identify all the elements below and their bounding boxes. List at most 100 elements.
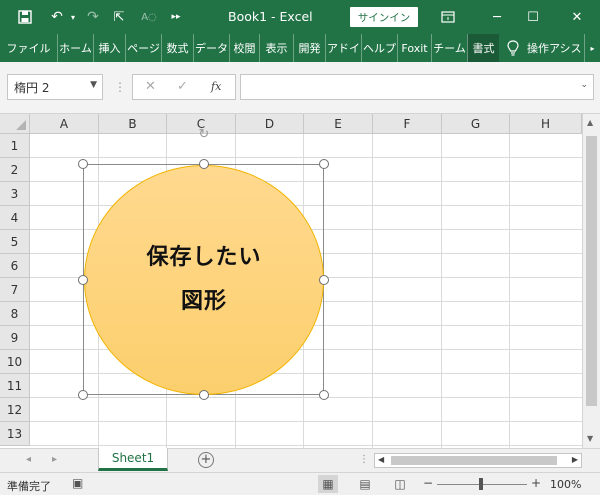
column-header-b[interactable]: B [99, 114, 167, 134]
tab-developer[interactable]: 開発 [293, 34, 325, 62]
status-text: 準備完了 [7, 480, 51, 493]
tell-me-search[interactable]: 操作アシス [527, 34, 584, 62]
row-header[interactable]: 12 [0, 398, 30, 422]
tab-page-layout[interactable]: ページ [125, 34, 161, 62]
tab-insert[interactable]: 挿入 [93, 34, 125, 62]
splitter-icon[interactable]: ⋮ [359, 454, 369, 465]
column-header-a[interactable]: A [30, 114, 99, 134]
ribbon-scroll-right-icon[interactable]: ▸ [584, 34, 600, 62]
maximize-icon[interactable]: ☐ [522, 6, 544, 28]
column-header-g[interactable]: G [442, 114, 510, 134]
sheet-next-icon[interactable]: ▸ [52, 454, 57, 465]
name-box-value: 楕円 2 [14, 80, 50, 95]
signin-button[interactable]: サインイン [350, 7, 418, 27]
row-header[interactable]: 4 [0, 206, 30, 230]
grid-line [30, 397, 582, 398]
resize-handle[interactable] [78, 275, 88, 285]
tab-file[interactable]: ファイル [0, 34, 57, 62]
tab-foxit[interactable]: Foxit [397, 34, 431, 62]
zoom-in-icon[interactable]: + [531, 476, 541, 490]
scroll-right-icon[interactable]: ▶ [572, 455, 578, 464]
resize-handle[interactable] [319, 159, 329, 169]
close-icon[interactable]: ✕ [566, 6, 588, 28]
tab-view[interactable]: 表示 [259, 34, 293, 62]
status-bar: 準備完了 ▣ ▦ ▤ ◫ − + 100% [0, 472, 600, 495]
separator-icon: ⋮ [114, 80, 126, 94]
row-header[interactable]: 9 [0, 326, 30, 350]
resize-handle[interactable] [319, 275, 329, 285]
page-layout-view-icon[interactable]: ▤ [355, 475, 375, 493]
tab-formulas[interactable]: 数式 [161, 34, 193, 62]
tab-help[interactable]: ヘルプ [361, 34, 397, 62]
undo-dropdown-icon[interactable]: ▾ [68, 6, 78, 28]
page-break-preview-icon[interactable]: ◫ [390, 475, 410, 493]
undo-icon[interactable]: ↶ [46, 6, 68, 28]
zoom-out-icon[interactable]: − [423, 476, 433, 490]
scroll-down-icon[interactable]: ▼ [587, 434, 593, 443]
row-header[interactable]: 8 [0, 302, 30, 326]
ribbon-display-icon[interactable] [437, 6, 459, 28]
row-header[interactable]: 3 [0, 182, 30, 206]
resize-handle[interactable] [199, 390, 209, 400]
insert-function-icon[interactable]: fx [211, 80, 221, 93]
tab-data[interactable]: データ [193, 34, 229, 62]
resize-handle[interactable] [199, 159, 209, 169]
row-header[interactable]: 13 [0, 422, 30, 446]
column-header-d[interactable]: D [236, 114, 304, 134]
column-header-f[interactable]: F [373, 114, 442, 134]
ribbon-tab-bar: ファイル ホーム 挿入 ページ 数式 データ 校閲 表示 開発 アドイ ヘルプ … [0, 34, 600, 62]
cancel-icon[interactable]: ✕ [145, 79, 156, 94]
redo-icon[interactable]: ↷ [82, 6, 104, 28]
sheet-tab-bar: ◂ ▸ Sheet1 + ⋮ ◀ ▶ [0, 448, 600, 472]
scroll-up-icon[interactable]: ▲ [587, 118, 593, 127]
save-icon[interactable] [14, 6, 36, 28]
grid-line [30, 157, 582, 158]
window-title: Book1 - Excel [228, 9, 313, 24]
tab-format[interactable]: 書式 [467, 34, 499, 62]
tab-team[interactable]: チーム [431, 34, 467, 62]
column-header-e[interactable]: E [304, 114, 373, 134]
grid-line [30, 421, 582, 422]
formula-buttons: ✕ ✓ fx [132, 74, 236, 100]
scroll-left-icon[interactable]: ◀ [378, 455, 384, 464]
resize-handle[interactable] [319, 390, 329, 400]
add-sheet-icon[interactable]: + [198, 452, 214, 468]
zoom-slider-thumb[interactable] [479, 478, 483, 490]
row-header[interactable]: 6 [0, 254, 30, 278]
sheet-tab[interactable]: Sheet1 [98, 448, 168, 471]
ellipse-shape[interactable]: 保存したい 図形 [84, 165, 324, 395]
column-header-h[interactable]: H [510, 114, 582, 134]
tab-review[interactable]: 校閲 [229, 34, 259, 62]
more-icon[interactable]: ▸▸ [168, 6, 184, 28]
formula-input[interactable]: ⌄ [240, 74, 594, 100]
sheet-prev-icon[interactable]: ◂ [26, 454, 31, 465]
select-all-corner[interactable] [0, 114, 30, 134]
chevron-down-icon[interactable]: ▼ [90, 80, 97, 90]
title-bar: ↶ ▾ ↷ ⇱ A◌ ▸▸ Book1 - Excel サインイン ─ ☐ ✕ [0, 0, 600, 34]
resize-handle[interactable] [78, 390, 88, 400]
row-header[interactable]: 7 [0, 278, 30, 302]
minimize-icon[interactable]: ─ [486, 6, 508, 28]
vertical-scroll-thumb[interactable] [586, 136, 597, 406]
zoom-level[interactable]: 100% [550, 478, 581, 491]
name-box[interactable]: 楕円 2 ▼ [7, 74, 103, 100]
horizontal-scrollbar[interactable]: ◀ ▶ [374, 453, 582, 468]
normal-view-icon[interactable]: ▦ [318, 475, 338, 493]
rotate-handle-icon[interactable]: ↻ [197, 128, 211, 142]
horizontal-scroll-thumb[interactable] [391, 456, 557, 465]
row-header[interactable]: 1 [0, 134, 30, 158]
enter-icon[interactable]: ✓ [177, 79, 188, 94]
tab-home[interactable]: ホーム [57, 34, 93, 62]
tab-addins[interactable]: アドイ [325, 34, 361, 62]
macro-recording-icon[interactable]: ▣ [72, 476, 83, 490]
row-header[interactable]: 11 [0, 374, 30, 398]
expand-formula-icon[interactable]: ⌄ [580, 80, 588, 90]
resize-handle[interactable] [78, 159, 88, 169]
row-header[interactable]: 2 [0, 158, 30, 182]
lightbulb-icon[interactable] [499, 34, 527, 62]
vertical-scrollbar[interactable]: ▲ ▼ [582, 114, 600, 448]
pointer-icon[interactable]: ⇱ [108, 6, 130, 28]
row-header[interactable]: 5 [0, 230, 30, 254]
row-header[interactable]: 10 [0, 350, 30, 374]
read-aloud-icon[interactable]: A◌ [138, 6, 160, 28]
